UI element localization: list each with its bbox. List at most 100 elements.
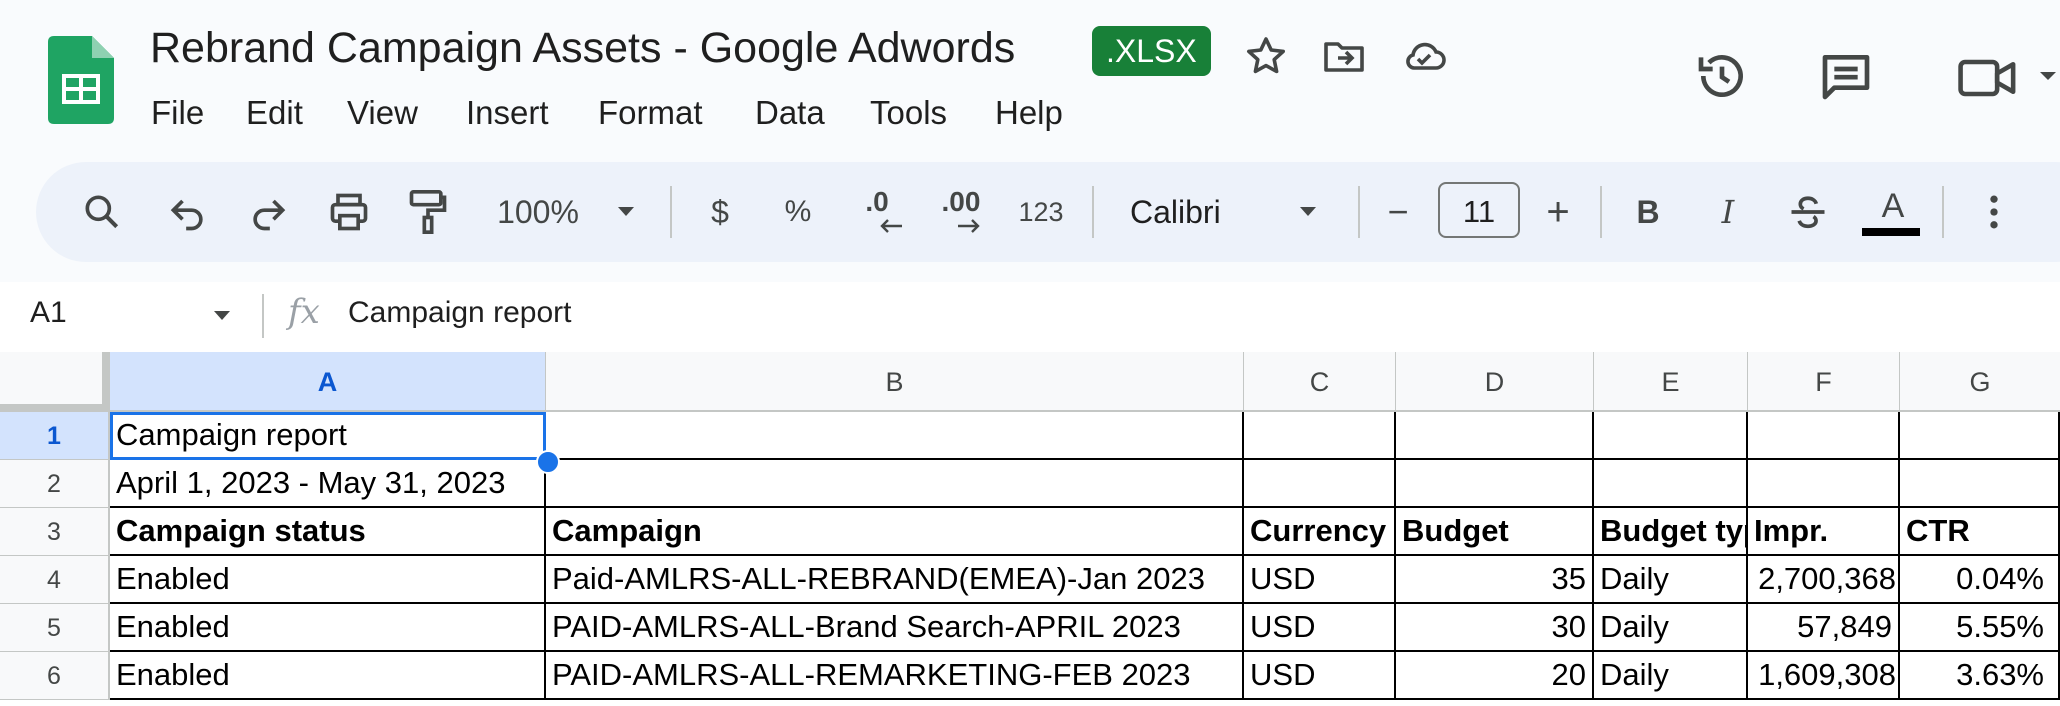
column-header-f[interactable]: F [1748, 352, 1900, 412]
row-header-6[interactable]: 6 [0, 652, 110, 700]
chevron-down-icon[interactable] [208, 304, 236, 328]
document-title[interactable]: Rebrand Campaign Assets - Google Adwords [150, 24, 1015, 73]
cell-b3[interactable]: Campaign [546, 508, 1244, 556]
select-all-corner[interactable] [0, 352, 110, 412]
zoom-select[interactable]: 100% [488, 186, 588, 238]
comments-icon[interactable] [1818, 48, 1874, 104]
row-header-1[interactable]: 1 [0, 412, 110, 460]
cell-c2[interactable] [1244, 460, 1396, 508]
menu-help[interactable]: Help [995, 94, 1063, 132]
cell-g4[interactable]: 0.04% [1900, 556, 2060, 604]
cell-a5[interactable]: Enabled [110, 604, 546, 652]
cloud-saved-icon[interactable] [1400, 32, 1448, 80]
cell-a6[interactable]: Enabled [110, 652, 546, 700]
cell-f6[interactable]: 1,609,308 [1748, 652, 1900, 700]
font-family-select[interactable]: Calibri [1130, 186, 1240, 238]
chevron-down-icon[interactable] [2036, 64, 2060, 88]
cell-f2[interactable] [1748, 460, 1900, 508]
cell-c1[interactable] [1244, 412, 1396, 460]
cell-g6[interactable]: 3.63% [1900, 652, 2060, 700]
decrease-font-size-button[interactable]: − [1380, 186, 1416, 238]
cell-b5[interactable]: PAID-AMLRS-ALL-Brand Search-APRIL 2023 [546, 604, 1244, 652]
cell-c6[interactable]: USD [1244, 652, 1396, 700]
file-format-badge: .XLSX [1092, 26, 1211, 76]
chevron-down-icon[interactable] [612, 200, 640, 224]
cell-d4[interactable]: 35 [1396, 556, 1594, 604]
menu-edit[interactable]: Edit [246, 94, 303, 132]
search-icon[interactable] [80, 190, 124, 234]
star-icon[interactable] [1242, 32, 1290, 80]
menu-data[interactable]: Data [755, 94, 825, 132]
column-header-g[interactable]: G [1900, 352, 2060, 412]
cell-d3[interactable]: Budget [1396, 508, 1594, 556]
column-header-c[interactable]: C [1244, 352, 1396, 412]
cell-b6[interactable]: PAID-AMLRS-ALL-REMARKETING-FEB 2023 [546, 652, 1244, 700]
chevron-down-icon[interactable] [1294, 200, 1322, 224]
more-vert-icon[interactable] [1972, 190, 2016, 234]
menu-format[interactable]: Format [598, 94, 703, 132]
currency-format-button[interactable]: $ [700, 186, 740, 238]
cell-c3[interactable]: Currency [1244, 508, 1396, 556]
bold-button[interactable]: B [1630, 186, 1666, 238]
cell-a3[interactable]: Campaign status [110, 508, 546, 556]
cell-b2[interactable] [546, 460, 1244, 508]
cell-e3[interactable]: Budget type [1594, 508, 1748, 556]
cell-c5[interactable]: USD [1244, 604, 1396, 652]
cell-d5[interactable]: 30 [1396, 604, 1594, 652]
column-header-b[interactable]: B [546, 352, 1244, 412]
formula-input[interactable]: Campaign report [348, 296, 571, 330]
move-to-folder-icon[interactable] [1320, 32, 1368, 80]
column-header-d[interactable]: D [1396, 352, 1594, 412]
fill-handle[interactable] [536, 450, 560, 474]
paint-format-icon[interactable] [406, 186, 450, 238]
redo-icon[interactable] [246, 190, 290, 234]
cell-e2[interactable] [1594, 460, 1748, 508]
cell-c4[interactable]: USD [1244, 556, 1396, 604]
column-header-e[interactable]: E [1594, 352, 1748, 412]
undo-icon[interactable] [166, 190, 210, 234]
menu-tools[interactable]: Tools [870, 94, 947, 132]
toolbar-divider [1092, 186, 1094, 238]
cell-b4[interactable]: Paid-AMLRS-ALL-REBRAND(EMEA)-Jan 2023 [546, 556, 1244, 604]
italic-button[interactable]: I [1710, 186, 1746, 238]
row-header-3[interactable]: 3 [0, 508, 110, 556]
meet-video-icon[interactable] [1956, 52, 2020, 104]
cell-d2[interactable] [1396, 460, 1594, 508]
text-color-button[interactable]: A [1864, 184, 1922, 228]
row-header-5[interactable]: 5 [0, 604, 110, 652]
cell-g5[interactable]: 5.55% [1900, 604, 2060, 652]
cell-a2[interactable]: April 1, 2023 - May 31, 2023 [110, 460, 546, 508]
version-history-icon[interactable] [1694, 48, 1750, 104]
cell-g3[interactable]: CTR [1900, 508, 2060, 556]
cell-f4[interactable]: 2,700,368 [1748, 556, 1900, 604]
cell-g1[interactable] [1900, 412, 2060, 460]
cell-e4[interactable]: Daily [1594, 556, 1748, 604]
cell-f5[interactable]: 57,849 [1748, 604, 1900, 652]
sheets-logo-icon[interactable] [48, 36, 114, 124]
menu-file[interactable]: File [151, 94, 204, 132]
cell-a4[interactable]: Enabled [110, 556, 546, 604]
name-box[interactable]: A1 [30, 296, 67, 330]
cell-d6[interactable]: 20 [1396, 652, 1594, 700]
increase-font-size-button[interactable]: + [1540, 186, 1576, 238]
frozen-pane-handle[interactable] [0, 352, 110, 412]
cell-e1[interactable] [1594, 412, 1748, 460]
cell-b1[interactable] [546, 412, 1244, 460]
row-header-4[interactable]: 4 [0, 556, 110, 604]
font-size-input[interactable]: 11 [1438, 182, 1520, 238]
menu-insert[interactable]: Insert [466, 94, 549, 132]
more-formats-button[interactable]: 123 [1014, 186, 1068, 238]
cell-f1[interactable] [1748, 412, 1900, 460]
cell-e5[interactable]: Daily [1594, 604, 1748, 652]
menu-view[interactable]: View [347, 94, 418, 132]
cell-g2[interactable] [1900, 460, 2060, 508]
percent-format-button[interactable]: % [778, 186, 818, 238]
cell-e6[interactable]: Daily [1594, 652, 1748, 700]
strikethrough-icon[interactable] [1786, 190, 1830, 234]
active-cell-outline [110, 412, 546, 460]
column-header-a[interactable]: A [110, 352, 546, 412]
print-icon[interactable] [326, 190, 372, 234]
cell-d1[interactable] [1396, 412, 1594, 460]
cell-f3[interactable]: Impr. [1748, 508, 1900, 556]
row-header-2[interactable]: 2 [0, 460, 110, 508]
